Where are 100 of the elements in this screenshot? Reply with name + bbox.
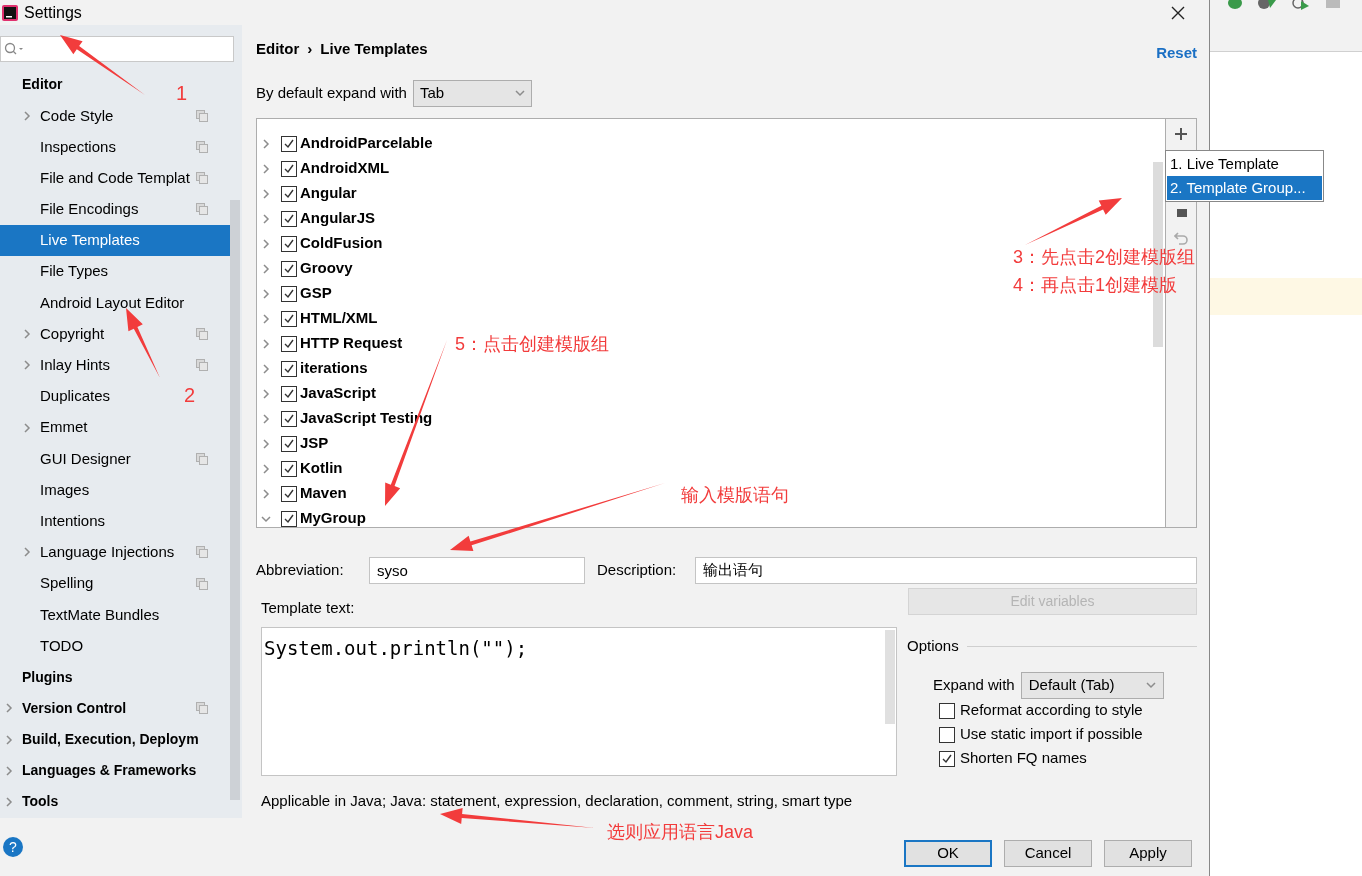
template-group-row[interactable]: HTML/XML xyxy=(257,306,378,331)
checkbox[interactable] xyxy=(281,260,297,277)
checkbox[interactable] xyxy=(939,702,955,719)
checkbox[interactable] xyxy=(281,460,297,477)
close-icon[interactable] xyxy=(1171,5,1185,20)
option-checkbox[interactable]: Use static import if possible xyxy=(908,722,1197,747)
chevron-right-icon[interactable] xyxy=(261,488,271,499)
chevron-right-icon[interactable] xyxy=(4,703,14,714)
chevron-right-icon[interactable] xyxy=(22,329,32,340)
sidebar-item[interactable]: Tools xyxy=(4,791,59,813)
chevron-right-icon[interactable] xyxy=(261,238,271,249)
template-text-editor[interactable]: System.out.println(""); xyxy=(261,626,897,776)
chevron-right-icon[interactable] xyxy=(4,734,14,745)
template-group-row[interactable]: GSP xyxy=(257,281,332,306)
description-field[interactable]: 输出语句 xyxy=(695,557,1197,584)
checkbox[interactable] xyxy=(939,750,955,767)
add-icon[interactable] xyxy=(1174,127,1188,141)
checkbox[interactable] xyxy=(281,335,297,352)
checkbox[interactable] xyxy=(281,285,297,302)
help-icon[interactable]: ? xyxy=(3,837,23,857)
template-group-row[interactable]: AndroidXML xyxy=(257,156,390,181)
option-checkbox[interactable]: Reformat according to style xyxy=(908,698,1197,723)
chevron-right-icon[interactable] xyxy=(261,413,271,424)
template-group-row[interactable]: Maven xyxy=(257,481,347,506)
checkbox[interactable] xyxy=(281,510,297,527)
checkbox[interactable] xyxy=(281,235,297,252)
chevron-right-icon[interactable] xyxy=(261,338,271,349)
chevron-right-icon[interactable] xyxy=(261,363,271,374)
sidebar-item[interactable]: TODO xyxy=(22,634,84,658)
checkbox[interactable] xyxy=(281,185,297,202)
template-group-row[interactable]: Kotlin xyxy=(257,456,343,481)
checkbox[interactable] xyxy=(939,726,955,743)
sidebar-item[interactable]: Copyright xyxy=(22,322,105,346)
chevron-right-icon[interactable] xyxy=(261,463,271,474)
chevron-down-icon[interactable] xyxy=(514,88,525,98)
expand-select[interactable]: Tab xyxy=(412,79,532,107)
checkbox[interactable] xyxy=(281,135,297,152)
sidebar-item[interactable]: Emmet xyxy=(22,416,88,439)
checkbox[interactable] xyxy=(281,410,297,427)
dialog-button[interactable]: Cancel xyxy=(1004,840,1092,867)
chevron-right-icon[interactable] xyxy=(261,163,271,174)
dialog-button[interactable]: OK xyxy=(904,840,992,867)
template-group-row[interactable]: AndroidParcelable xyxy=(257,131,433,156)
chevron-right-icon[interactable] xyxy=(261,213,271,224)
dialog-button[interactable]: Apply xyxy=(1104,840,1192,867)
sidebar-item[interactable]: File Types xyxy=(22,260,109,283)
sidebar-item[interactable]: Languages & Frameworks xyxy=(4,760,197,782)
sidebar-item[interactable]: Images xyxy=(22,478,90,502)
sidebar-item[interactable]: Android Layout Editor xyxy=(22,291,185,315)
chevron-right-icon[interactable] xyxy=(261,188,271,199)
template-group-row[interactable]: Angular xyxy=(257,181,357,206)
sidebar-item[interactable]: TextMate Bundles xyxy=(22,603,160,627)
sidebar-item[interactable]: Live Templates xyxy=(0,224,230,257)
scrollbar[interactable] xyxy=(885,629,895,724)
checkbox[interactable] xyxy=(281,310,297,327)
reset-link[interactable]: Reset xyxy=(1156,41,1197,65)
breadcrumb-item[interactable]: Editor xyxy=(256,37,300,61)
template-group-row[interactable]: Groovy xyxy=(257,256,353,281)
checkbox[interactable] xyxy=(281,435,297,452)
chevron-down-icon[interactable] xyxy=(261,513,271,524)
sidebar-item[interactable]: Spelling xyxy=(22,572,94,595)
chevron-right-icon[interactable] xyxy=(261,138,271,149)
sidebar-item[interactable]: Duplicates xyxy=(22,385,111,408)
sidebar-item[interactable]: Inspections xyxy=(22,135,116,159)
undo-icon[interactable] xyxy=(1174,231,1188,245)
sidebar-item[interactable]: GUI Designer xyxy=(22,447,131,471)
sidebar-item[interactable]: Version Control xyxy=(4,697,127,719)
checkbox[interactable] xyxy=(281,210,297,227)
sidebar-item[interactable]: Plugins xyxy=(4,666,73,688)
chevron-right-icon[interactable] xyxy=(22,547,32,558)
option-checkbox[interactable]: Shorten FQ names xyxy=(908,746,1197,771)
sidebar-item[interactable]: Build, Execution, Deploym xyxy=(4,729,199,751)
checkbox[interactable] xyxy=(281,485,297,502)
scrollbar[interactable] xyxy=(230,200,240,800)
template-group-row[interactable]: JavaScript xyxy=(257,381,376,406)
chevron-right-icon[interactable] xyxy=(261,388,271,399)
template-group-row[interactable]: JSP xyxy=(257,431,329,456)
sidebar-item[interactable]: File and Code Templat xyxy=(22,166,190,190)
menu-item[interactable]: 1. Live Template xyxy=(1167,152,1322,176)
template-group-row[interactable]: AngularJS xyxy=(257,206,375,231)
chevron-right-icon[interactable] xyxy=(22,110,32,121)
checkbox[interactable] xyxy=(281,160,297,177)
chevron-right-icon[interactable] xyxy=(261,438,271,449)
chevron-right-icon[interactable] xyxy=(22,422,32,433)
chevron-right-icon[interactable] xyxy=(261,288,271,299)
sidebar-item[interactable]: Inlay Hints xyxy=(22,354,111,377)
chevron-right-icon[interactable] xyxy=(22,360,32,371)
chevron-right-icon[interactable] xyxy=(261,263,271,274)
menu-item[interactable]: 2. Template Group... xyxy=(1167,176,1322,200)
chevron-right-icon[interactable] xyxy=(261,313,271,324)
template-group-row[interactable]: MyGroup xyxy=(257,506,366,527)
sidebar-item[interactable]: Code Style xyxy=(22,104,114,128)
template-group-row[interactable]: iterations xyxy=(257,356,368,381)
sidebar-item[interactable]: File Encodings xyxy=(22,198,139,221)
sidebar-item[interactable]: Intentions xyxy=(22,509,106,533)
template-group-row[interactable]: ColdFusion xyxy=(257,231,383,256)
search-field[interactable] xyxy=(0,36,234,62)
template-group-row[interactable]: HTTP Request xyxy=(257,331,403,356)
abbreviation-field[interactable]: syso xyxy=(369,557,585,584)
expand-with-select[interactable]: Default (Tab) xyxy=(1020,671,1164,699)
